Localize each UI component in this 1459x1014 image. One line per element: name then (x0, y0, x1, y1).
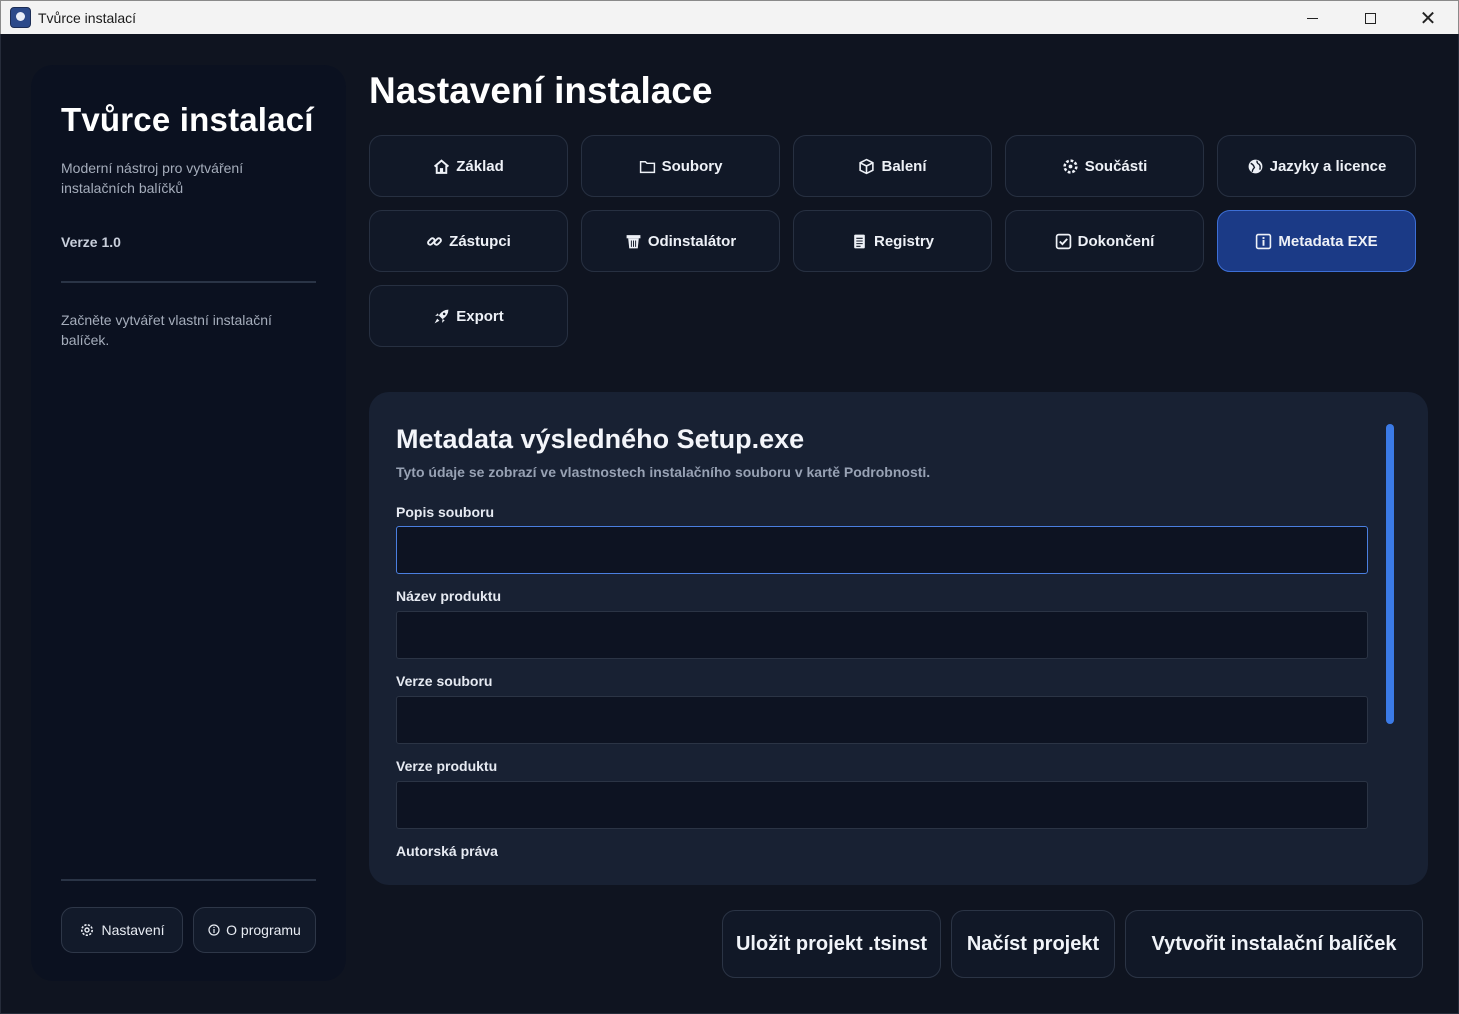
tab-jazyky-licence[interactable]: Jazyky a licence (1217, 135, 1416, 197)
tab-label: Metadata EXE (1278, 232, 1378, 250)
maximize-icon (1364, 12, 1376, 24)
document-icon (854, 234, 865, 248)
tab-odinstalator[interactable]: Odinstalátor (581, 210, 780, 272)
folder-icon (639, 160, 655, 173)
about-label: O programu (226, 922, 301, 938)
save-project-button[interactable]: Uložit projekt .tsinst (722, 910, 941, 978)
rocket-icon (434, 309, 449, 323)
tab-baleni[interactable]: Balení (793, 135, 992, 197)
maximize-button[interactable] (1341, 1, 1399, 35)
window-titlebar: Tvůrce instalací ✕ (0, 0, 1459, 34)
product-version-label: Verze produktu (396, 758, 498, 774)
app-icon (10, 7, 31, 28)
tab-label: Balení (881, 157, 927, 175)
minimize-button[interactable] (1283, 1, 1341, 35)
tab-label: Základ (456, 157, 504, 175)
file-version-input[interactable] (396, 696, 1368, 744)
globe-icon (1248, 159, 1263, 173)
metadata-card: Metadata výsledného Setup.exe Tyto údaje… (369, 392, 1428, 885)
tab-soubory[interactable]: Soubory (581, 135, 780, 197)
tab-soucasti[interactable]: Součásti (1005, 135, 1204, 197)
puzzle-icon (1063, 158, 1078, 174)
info-icon (208, 924, 220, 936)
tab-zaklad[interactable]: Základ (369, 135, 568, 197)
package-icon (859, 158, 875, 174)
tab-label: Odinstalátor (647, 232, 737, 250)
tab-label: Součásti (1084, 157, 1148, 175)
home-icon (434, 158, 450, 174)
file-version-label: Verze souboru (396, 673, 493, 689)
close-button[interactable]: ✕ (1399, 1, 1457, 35)
product-name-label: Název produktu (396, 588, 502, 604)
file-description-input[interactable] (396, 526, 1368, 574)
sidebar-title: Tvůrce instalací (61, 101, 314, 138)
copyright-label: Autorská práva (396, 843, 498, 859)
product-name-input[interactable] (396, 611, 1368, 659)
tab-label: Dokončení (1077, 232, 1155, 250)
tab-label: Soubory (661, 157, 723, 175)
version-label: Verze 1.0 (61, 234, 121, 250)
file-description-label: Popis souboru (396, 504, 494, 520)
product-version-input[interactable] (396, 781, 1368, 829)
settings-label: Nastavení (101, 922, 165, 938)
window-title: Tvůrce instalací (38, 10, 137, 26)
page-title: Nastavení instalace (369, 70, 713, 111)
tab-metadata-exe[interactable]: Metadata EXE (1217, 210, 1416, 272)
gear-icon (81, 924, 94, 936)
card-title: Metadata výsledného Setup.exe (396, 424, 805, 454)
minimize-icon (1306, 17, 1318, 19)
tab-label: Zástupci (449, 232, 511, 250)
sidebar-divider (61, 281, 316, 283)
card-subtitle: Tyto údaje se zobrazí ve vlastnostech in… (396, 464, 931, 480)
tab-export[interactable]: Export (369, 285, 568, 347)
sidebar: Tvůrce instalací Moderní nástroj pro vyt… (31, 65, 346, 981)
load-project-button[interactable]: Načíst projekt (951, 910, 1115, 978)
tab-dokonceni[interactable]: Dokončení (1005, 210, 1204, 272)
sidebar-hint: Začněte vytvářet vlastní instalační balí… (61, 312, 272, 348)
tab-label: Jazyky a licence (1269, 157, 1387, 175)
close-icon: ✕ (1419, 6, 1437, 30)
build-package-button[interactable]: Vytvořit instalační balíček (1125, 910, 1423, 978)
info-icon (1256, 233, 1272, 249)
tab-zastupci[interactable]: Zástupci (369, 210, 568, 272)
trash-icon (626, 234, 641, 248)
settings-button[interactable]: Nastavení (61, 907, 183, 953)
sidebar-divider (61, 879, 316, 881)
tab-label: Registry (873, 232, 935, 250)
checkbox-icon (1055, 233, 1071, 249)
card-scrollbar[interactable] (1386, 424, 1394, 724)
sidebar-subtitle: Moderní nástroj pro vytváření instalační… (61, 160, 244, 196)
about-button[interactable]: O programu (193, 907, 316, 953)
tab-registry[interactable]: Registry (793, 210, 992, 272)
tab-label: Export (456, 307, 504, 325)
link-icon (427, 236, 443, 246)
